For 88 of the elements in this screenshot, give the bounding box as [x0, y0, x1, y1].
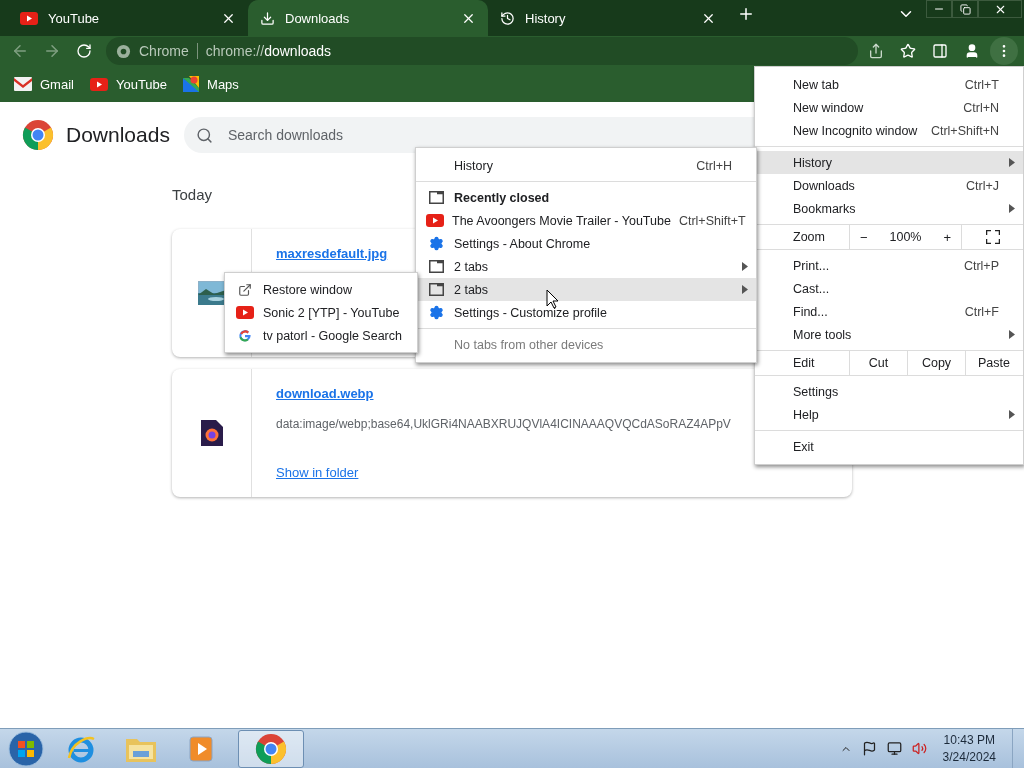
bookmark[interactable]: YouTube	[89, 76, 168, 92]
new-tab-icon[interactable]	[737, 5, 755, 23]
submenu-arrow-icon	[742, 262, 748, 271]
zoom-out-button[interactable]: −	[850, 229, 878, 245]
menu-item[interactable]: Restore window	[225, 278, 417, 301]
menu-item[interactable]: Sonic 2 [YTP] - YouTube	[225, 301, 417, 324]
chrome-logo-icon	[116, 43, 131, 59]
network-icon[interactable]	[886, 741, 902, 756]
browser-tab[interactable]: Downloads	[248, 0, 488, 36]
bookmark[interactable]: Maps	[183, 76, 239, 92]
clock[interactable]: 10:43 PM 3/24/2024	[942, 731, 996, 766]
mail-icon	[14, 77, 32, 91]
menu-item[interactable]: Cut	[868, 356, 889, 370]
menu-item[interactable]: Print... Ctrl+P	[755, 254, 1023, 277]
menu-item[interactable]: Downloads Ctrl+J	[755, 174, 1023, 197]
file-url: data:image/webp;base64,UklGRi4NAABXRUJQVlA4ICINAAAQVQCdASoRAZ4APpV	[276, 417, 731, 431]
side-panel-icon[interactable]	[932, 43, 948, 59]
menu-note: No tabs from other devices	[454, 337, 605, 352]
menu-item[interactable]: Help	[755, 403, 1023, 426]
menu-item[interactable]: Recently closed	[416, 186, 756, 209]
zoom-in-button[interactable]: +	[933, 229, 961, 245]
menu-item[interactable]: Settings - Customize profile	[416, 301, 756, 324]
window-icon	[428, 260, 444, 273]
reload-icon[interactable]	[76, 43, 92, 59]
menu-item[interactable]: Settings - About Chrome	[416, 232, 756, 255]
search-icon	[195, 127, 213, 144]
submenu-arrow-icon	[1009, 204, 1015, 213]
browser-tab[interactable]: History	[488, 0, 728, 36]
menu-item[interactable]: Cast...	[755, 277, 1023, 300]
settings-icon	[428, 236, 444, 251]
bookmark-star-icon[interactable]	[900, 43, 916, 59]
forward-icon[interactable]	[43, 42, 61, 60]
page-title: Downloads	[66, 123, 170, 147]
history-icon	[500, 10, 515, 26]
menu-item[interactable]: The Avoongers Movie Trailer - YouTube Ctrl+Shift+T	[416, 209, 756, 232]
map-pin-icon	[183, 76, 200, 92]
edit-label: Edit	[793, 356, 815, 370]
flag-icon[interactable]	[861, 741, 877, 756]
menu-item[interactable]: Paste	[978, 356, 1010, 370]
fullscreen-icon[interactable]	[985, 230, 1000, 244]
submenu-arrow-icon	[1009, 410, 1015, 419]
zoom-level: 100%	[889, 230, 922, 244]
address-bar[interactable]: Chrome chrome://downloads	[106, 37, 858, 65]
play-logo-icon	[20, 11, 38, 25]
play-logo-icon	[89, 77, 108, 91]
file-icon	[200, 420, 223, 446]
chrome-logo-icon	[22, 119, 54, 151]
zoom-label: Zoom	[793, 230, 825, 244]
volume-icon[interactable]	[911, 741, 927, 756]
back-icon[interactable]	[11, 42, 29, 60]
menu-item[interactable]: 2 tabs	[416, 255, 756, 278]
start-button-icon[interactable]	[8, 730, 44, 767]
play-logo-icon	[426, 214, 444, 227]
settings-icon	[428, 305, 444, 320]
submenu-arrow-icon	[742, 285, 748, 294]
cursor-icon	[546, 289, 559, 309]
menu-item[interactable]: Find... Ctrl+F	[755, 300, 1023, 323]
menu-item[interactable]: 2 tabs	[416, 278, 756, 301]
menu-item[interactable]: Bookmarks	[755, 197, 1023, 220]
profile-icon[interactable]	[964, 43, 980, 59]
menu-item[interactable]: New window Ctrl+N	[755, 96, 1023, 119]
file-link[interactable]: maxresdefault.jpg	[276, 246, 388, 272]
chrome-logo-icon	[255, 732, 287, 765]
window-icon	[428, 191, 444, 204]
taskbar-app[interactable]	[238, 729, 304, 768]
menu-item[interactable]: Settings	[755, 380, 1023, 403]
restore-icon[interactable]	[959, 3, 971, 15]
play-logo-icon	[236, 306, 254, 319]
menu-item[interactable]: Copy	[921, 356, 952, 370]
file-link[interactable]: download.webp	[276, 386, 731, 411]
menu-item[interactable]: Exit	[755, 435, 1023, 458]
menu-item[interactable]: History	[755, 151, 1023, 174]
menu-item[interactable]: New tab Ctrl+T	[755, 73, 1023, 96]
bookmark[interactable]: Gmail	[14, 76, 74, 92]
open-window-icon	[238, 282, 252, 297]
download-icon	[260, 10, 275, 26]
submenu-arrow-icon	[1009, 158, 1015, 167]
share-icon[interactable]	[868, 43, 884, 59]
window-icon	[428, 283, 444, 296]
media-player-icon	[188, 734, 214, 763]
menu-item[interactable]: History Ctrl+H	[416, 154, 756, 177]
menu-item[interactable]: tv patorl - Google Search	[225, 324, 417, 347]
section-heading: Today	[172, 186, 213, 203]
show-in-folder-link[interactable]: Show in folder	[276, 465, 359, 480]
browser-tab[interactable]: YouTube	[8, 0, 248, 36]
menu-item[interactable]: More tools	[755, 323, 1023, 346]
submenu-arrow-icon	[1009, 330, 1015, 339]
g-logo-icon	[238, 328, 252, 343]
